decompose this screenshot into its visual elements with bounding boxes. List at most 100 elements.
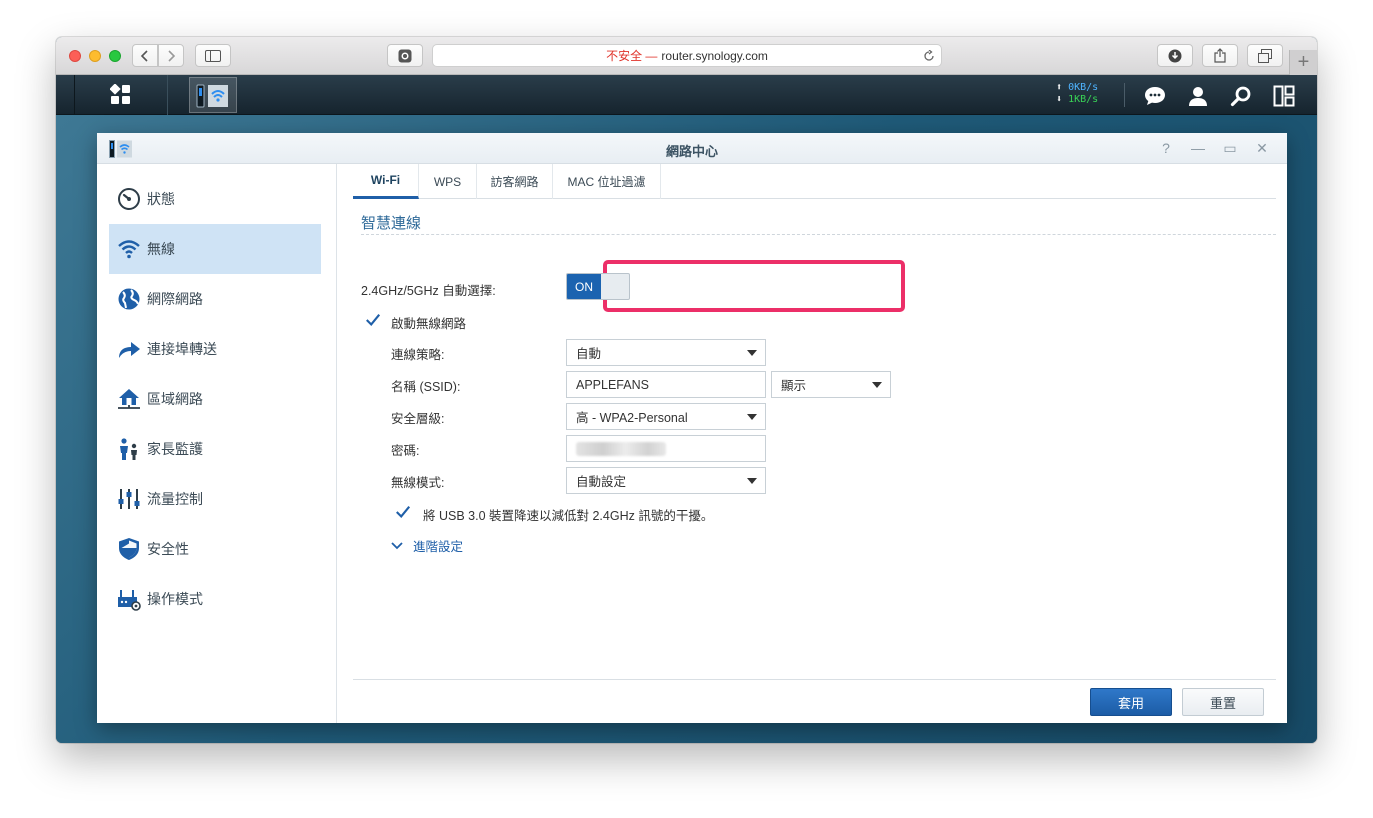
main-menu-button[interactable] xyxy=(74,75,168,115)
search-icon xyxy=(1230,86,1251,107)
strategy-select[interactable]: 自動 xyxy=(566,339,766,366)
dropdown-arrow-icon xyxy=(747,414,757,420)
sidebar-item-label: 網際網路 xyxy=(147,291,203,307)
annotation-highlight-box xyxy=(603,260,905,312)
toggle-on-label: ON xyxy=(567,274,601,299)
chevron-left-icon xyxy=(140,49,148,62)
ssid-label: 名稱 (SSID): xyxy=(391,380,461,394)
password-blurred xyxy=(576,441,666,456)
sidebar-item-label: 家長監護 xyxy=(147,441,203,457)
advanced-settings-toggle[interactable]: 進階設定 xyxy=(391,536,463,555)
download-icon xyxy=(1168,49,1182,62)
tab-wifi[interactable]: Wi-Fi xyxy=(353,164,419,199)
advanced-settings-label: 進階設定 xyxy=(413,540,464,554)
share-button[interactable] xyxy=(1202,44,1238,67)
ssid-visibility-value: 顯示 xyxy=(781,379,807,393)
chevron-right-icon xyxy=(168,49,176,62)
taskbar-divider xyxy=(1124,83,1125,107)
dropdown-arrow-icon xyxy=(747,350,757,356)
close-window-button[interactable] xyxy=(69,50,81,62)
checkmark-icon xyxy=(366,313,381,327)
insecure-label: 不安全 — xyxy=(606,49,658,63)
user-icon xyxy=(1189,87,1207,106)
enable-wireless-label: 啟動無線網路 xyxy=(391,317,467,331)
app-title-bar: 網路中心 ? — ▭ ✕ xyxy=(97,133,1287,164)
network-center-window: 網路中心 ? — ▭ ✕ 狀態 無線 網際網路 連接埠轉送 區域網路 家長監護 … xyxy=(97,133,1287,723)
downloads-button[interactable] xyxy=(1157,44,1193,67)
wifi-icon xyxy=(117,237,141,261)
section-divider xyxy=(361,234,1276,235)
sidebar-item-operation-mode[interactable]: 操作模式 xyxy=(109,574,321,624)
ssid-input[interactable]: APPLEFANS xyxy=(566,371,766,398)
url-text: router.synology.com xyxy=(661,48,768,63)
privacy-report-button[interactable] xyxy=(387,44,423,67)
sidebar-item-status[interactable]: 狀態 xyxy=(109,174,321,224)
section-title-smart-connect: 智慧連線 xyxy=(361,215,422,232)
minimize-window-button[interactable] xyxy=(89,50,101,62)
new-tab-button[interactable]: + xyxy=(1289,50,1317,75)
sidebar-item-label: 安全性 xyxy=(147,541,189,557)
sidebar-toggle-button[interactable] xyxy=(195,44,231,67)
sidebar-item-label: 連接埠轉送 xyxy=(147,341,217,357)
sidebar-item-security[interactable]: 安全性 xyxy=(109,524,321,574)
sliders-icon xyxy=(117,487,141,511)
notifications-button[interactable] xyxy=(1143,84,1167,108)
footer-divider xyxy=(353,679,1276,680)
ssid-value: APPLEFANS xyxy=(576,377,649,392)
sidebar: 狀態 無線 網際網路 連接埠轉送 區域網路 家長監護 流量控制 安全性 操作模式 xyxy=(97,164,337,723)
zoom-window-button[interactable] xyxy=(109,50,121,62)
close-button[interactable]: ✕ xyxy=(1253,139,1271,157)
tab-guest-network[interactable]: 訪客網路 xyxy=(477,164,553,199)
sidebar-item-parental-control[interactable]: 家長監護 xyxy=(109,424,321,474)
user-options-button[interactable] xyxy=(1186,84,1210,108)
apply-button[interactable]: 套用 xyxy=(1090,688,1172,716)
usb-downgrade-checkbox[interactable] xyxy=(395,504,411,520)
security-select[interactable]: 高 - WPA2-Personal xyxy=(566,403,766,430)
security-value: 高 - WPA2-Personal xyxy=(576,411,688,425)
ssid-visibility-select[interactable]: 顯示 xyxy=(771,371,891,398)
help-button[interactable]: ? xyxy=(1157,139,1175,157)
privacy-icon xyxy=(398,49,412,62)
reset-button[interactable]: 重置 xyxy=(1182,688,1264,716)
forward-button[interactable] xyxy=(158,44,184,67)
tabs-icon xyxy=(1258,48,1272,63)
upload-speed: 0KB/s xyxy=(1068,82,1099,93)
share-icon xyxy=(1214,48,1226,63)
wireless-mode-select[interactable]: 自動設定 xyxy=(566,467,766,494)
password-input[interactable] xyxy=(566,435,766,462)
minimize-button[interactable]: — xyxy=(1189,139,1207,157)
reload-icon[interactable] xyxy=(923,50,935,62)
sidebar-item-traffic-control[interactable]: 流量控制 xyxy=(109,474,321,524)
smart-connect-label: 2.4GHz/5GHz 自動選擇: xyxy=(361,284,496,298)
chat-bubble-icon xyxy=(1145,87,1165,105)
home-network-icon xyxy=(117,387,141,411)
router-gear-icon xyxy=(117,587,141,611)
widgets-button[interactable] xyxy=(1272,84,1296,108)
taskbar-network-center[interactable] xyxy=(189,77,237,113)
sidebar-item-label: 流量控制 xyxy=(147,491,203,507)
safari-window: 不安全 — router.synology.com + ⬆ 0KB/s ⬇ 1K… xyxy=(56,37,1317,743)
forward-arrow-icon xyxy=(117,337,141,361)
main-menu-icon xyxy=(110,84,130,104)
tab-overview-button[interactable] xyxy=(1247,44,1283,67)
smart-connect-toggle[interactable]: ON xyxy=(566,273,630,300)
globe-icon xyxy=(117,287,141,311)
tab-wps[interactable]: WPS xyxy=(419,164,477,199)
search-button[interactable] xyxy=(1229,84,1253,108)
tab-mac-filter[interactable]: MAC 位址過濾 xyxy=(553,164,661,199)
app-title: 網路中心 xyxy=(665,144,718,159)
sidebar-item-wireless[interactable]: 無線 xyxy=(109,224,321,274)
sidebar-item-port-forwarding[interactable]: 連接埠轉送 xyxy=(109,324,321,374)
sidebar-item-internet[interactable]: 網際網路 xyxy=(109,274,321,324)
maximize-button[interactable]: ▭ xyxy=(1221,139,1239,157)
back-button[interactable] xyxy=(132,44,158,67)
sidebar-item-local-network[interactable]: 區域網路 xyxy=(109,374,321,424)
address-bar[interactable]: 不安全 — router.synology.com xyxy=(432,44,942,67)
dropdown-arrow-icon xyxy=(747,478,757,484)
router-app-icon xyxy=(196,84,228,108)
enable-wireless-checkbox[interactable] xyxy=(365,312,381,328)
sidebar-item-label: 區域網路 xyxy=(147,391,203,407)
usb-downgrade-label: 將 USB 3.0 裝置降速以減低對 2.4GHz 訊號的干擾。 xyxy=(423,509,714,523)
widgets-icon xyxy=(1273,85,1295,107)
sidebar-item-label: 操作模式 xyxy=(147,591,203,607)
